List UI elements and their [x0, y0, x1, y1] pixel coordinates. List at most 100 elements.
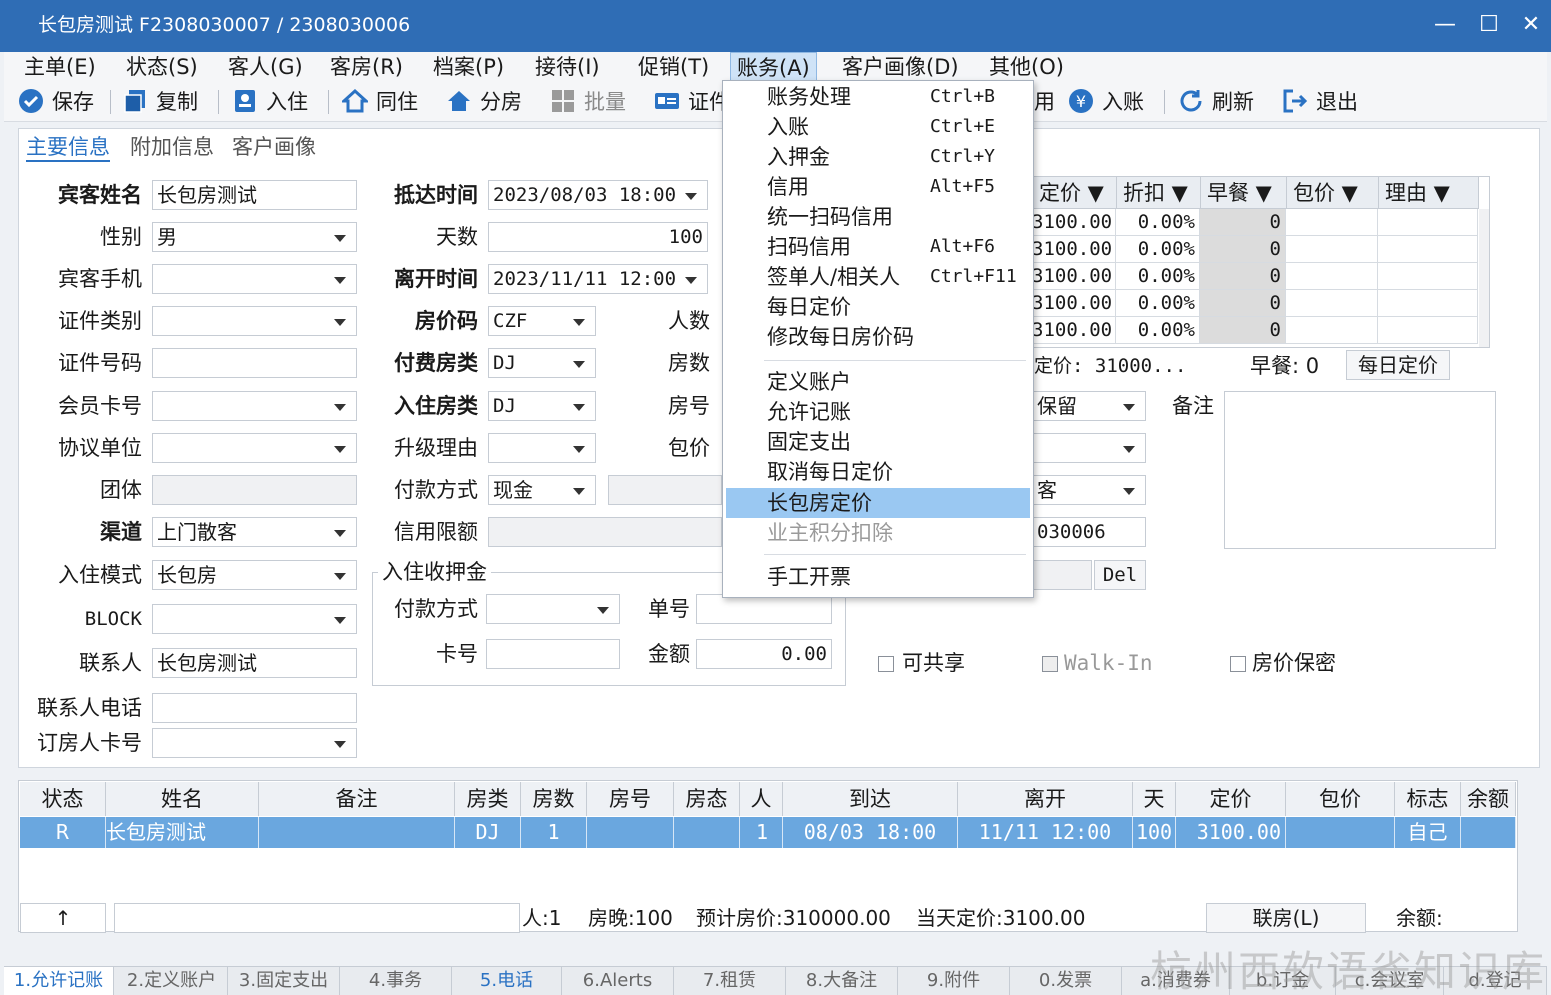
close-icon[interactable]: ✕: [1514, 8, 1548, 42]
contact-input[interactable]: 长包房测试: [152, 648, 357, 678]
exit-button[interactable]: 退出: [1282, 86, 1358, 118]
list-header-rooms[interactable]: 房数: [521, 782, 587, 816]
rate-cell-reason[interactable]: [1378, 209, 1478, 236]
tab-define-account[interactable]: 2.定义账户: [116, 967, 228, 995]
rate-cell-price[interactable]: 3100.00: [1032, 290, 1116, 317]
tab-invoice[interactable]: 0.发票: [1010, 967, 1122, 995]
tab-customer-profile[interactable]: 客户画像: [232, 132, 316, 162]
rate-cell-price[interactable]: 3100.00: [1032, 209, 1116, 236]
rate-cell-discount[interactable]: 0.00%: [1116, 263, 1200, 290]
list-header-flag[interactable]: 标志: [1395, 782, 1461, 816]
rate-cell-package[interactable]: [1286, 236, 1378, 263]
list-header-package[interactable]: 包价: [1286, 782, 1395, 816]
rate-cell-package[interactable]: [1286, 263, 1378, 290]
save-button[interactable]: 保存: [18, 86, 94, 118]
menu-item-signer[interactable]: 签单人/相关人 Ctrl+F11: [726, 262, 1030, 292]
booker-card-select[interactable]: [152, 728, 357, 758]
posting-button[interactable]: ¥ 入账: [1068, 86, 1144, 118]
deposit-pay-method-select[interactable]: [486, 594, 620, 624]
rate-table-scrollbar[interactable]: [1479, 209, 1489, 347]
keep-select[interactable]: 保留: [1032, 391, 1146, 421]
menu-item-define-account[interactable]: 定义账户: [726, 367, 1030, 397]
id-type-select[interactable]: [152, 306, 357, 336]
menu-room[interactable]: 客房(R): [324, 52, 409, 82]
menu-status[interactable]: 状态(S): [120, 52, 204, 82]
rate-header-reason[interactable]: 理由 ▼: [1379, 177, 1479, 209]
rate-cell-reason[interactable]: [1378, 263, 1478, 290]
tab-main-info[interactable]: 主要信息: [26, 132, 110, 162]
rate-header-price[interactable]: 定价 ▼: [1033, 177, 1117, 209]
certificate-button[interactable]: 证件: [654, 86, 730, 118]
rate-cell-breakfast[interactable]: 0: [1200, 317, 1286, 344]
menu-item-daily-rate[interactable]: 每日定价: [726, 292, 1030, 322]
member-card-select[interactable]: [152, 391, 357, 421]
list-header-persons[interactable]: 人: [740, 782, 783, 816]
minimize-icon[interactable]: —: [1428, 8, 1462, 42]
rate-code-select[interactable]: CZF: [488, 306, 596, 336]
pay-room-type-select[interactable]: DJ: [488, 348, 596, 378]
list-header-room-type[interactable]: 房类: [455, 782, 521, 816]
checkin-button[interactable]: 入住: [232, 86, 308, 118]
menu-archive[interactable]: 档案(P): [427, 52, 510, 82]
menu-other[interactable]: 其他(O): [983, 52, 1070, 82]
rate-header-discount[interactable]: 折扣 ▼: [1117, 177, 1201, 209]
list-header-rate[interactable]: 定价: [1176, 782, 1286, 816]
list-header-room-state[interactable]: 房态: [674, 782, 740, 816]
menu-promo[interactable]: 促销(T): [632, 52, 715, 82]
upgrade-reason-select[interactable]: [488, 433, 596, 463]
mobile-select[interactable]: [152, 264, 357, 294]
company-select[interactable]: [152, 433, 357, 463]
batch-button[interactable]: 批量: [550, 86, 626, 118]
rate-cell-breakfast[interactable]: 0: [1200, 263, 1286, 290]
refresh-button[interactable]: 刷新: [1178, 86, 1254, 118]
menu-main[interactable]: 主单(E): [18, 52, 102, 82]
list-header-room-no[interactable]: 房号: [587, 782, 674, 816]
rate-cell-breakfast[interactable]: 0: [1200, 236, 1286, 263]
tab-attachment[interactable]: 9.附件: [898, 967, 1010, 995]
tab-fixed-expense[interactable]: 3.固定支出: [228, 967, 340, 995]
daily-rate-button[interactable]: 每日定价: [1346, 350, 1450, 380]
menu-item-credit[interactable]: 信用 Alt+F5: [726, 172, 1030, 202]
deposit-card-input[interactable]: [486, 639, 620, 669]
shareable-checkbox[interactable]: [878, 656, 894, 672]
tab-lease[interactable]: 7.租赁: [674, 967, 786, 995]
walkin-checkbox[interactable]: [1042, 656, 1058, 672]
rate-cell-price[interactable]: 3100.00: [1032, 263, 1116, 290]
rate-cell-discount[interactable]: 0.00%: [1116, 317, 1200, 344]
menu-customer-profile[interactable]: 客户画像(D): [836, 52, 965, 82]
rate-cell-breakfast[interactable]: 0: [1200, 209, 1286, 236]
menu-item-long-stay-rate[interactable]: 长包房定价: [726, 488, 1030, 518]
tab-alerts[interactable]: 6.Alerts: [562, 967, 674, 995]
menu-item-deposit[interactable]: 入押金 Ctrl+Y: [726, 142, 1030, 172]
rate-header-package[interactable]: 包价 ▼: [1287, 177, 1379, 209]
tab-extra-info[interactable]: 附加信息: [130, 132, 214, 162]
menu-item-unified-scan-credit[interactable]: 统一扫码信用: [726, 202, 1030, 232]
rate-cell-breakfast[interactable]: 0: [1200, 290, 1286, 317]
menu-item-allow-posting[interactable]: 允许记账: [726, 397, 1030, 427]
menu-guest[interactable]: 客人(G): [222, 52, 309, 82]
list-header-balance[interactable]: 余额: [1461, 782, 1516, 816]
rate-cell-reason[interactable]: [1378, 236, 1478, 263]
rate-cell-discount[interactable]: 0.00%: [1116, 236, 1200, 263]
rate-cell-package[interactable]: [1286, 317, 1378, 344]
menu-reception[interactable]: 接待(I): [529, 52, 606, 82]
rate-confidential-checkbox[interactable]: [1230, 656, 1246, 672]
menu-accounts[interactable]: 账务(A): [730, 52, 817, 82]
departure-datetime[interactable]: 2023/11/11 12:00: [488, 264, 708, 294]
pay-method-select[interactable]: 现金: [488, 475, 596, 505]
footer-search-input[interactable]: [114, 903, 520, 933]
rate-cell-reason[interactable]: [1378, 317, 1478, 344]
list-header-remark[interactable]: 备注: [259, 782, 455, 816]
list-header-arrival[interactable]: 到达: [783, 782, 958, 816]
account-number-input[interactable]: 030006: [1032, 517, 1146, 547]
guest-name-input[interactable]: 长包房测试: [152, 180, 357, 210]
tab-allow-posting[interactable]: 1.允许记账: [4, 967, 114, 995]
id-number-input[interactable]: [152, 348, 357, 378]
link-room-button[interactable]: 联房(L): [1206, 903, 1366, 933]
right-select-2[interactable]: [1032, 433, 1146, 463]
list-header-departure[interactable]: 离开: [958, 782, 1133, 816]
gender-select[interactable]: 男: [152, 222, 357, 252]
up-arrow-button[interactable]: ↑: [20, 903, 106, 933]
remark-textarea[interactable]: [1224, 391, 1496, 549]
list-header-name[interactable]: 姓名: [106, 782, 259, 816]
